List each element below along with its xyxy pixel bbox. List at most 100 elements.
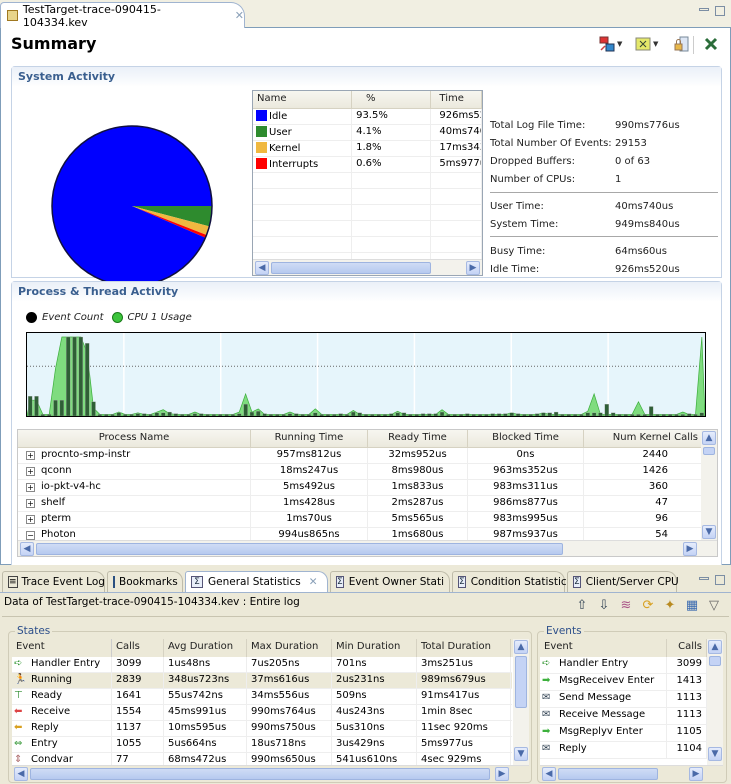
event-row[interactable]: ✉ Reply 1104 (540, 742, 707, 759)
collapse-icon[interactable]: − (26, 531, 35, 540)
sort-down-icon[interactable]: ⇩ (596, 598, 612, 613)
zoom-button[interactable]: ▼ (635, 36, 658, 52)
table-icon[interactable]: ▦ (684, 598, 700, 613)
column-header-total[interactable]: Total Duration (417, 639, 511, 657)
cpu-row[interactable]: Kernel 1.8%17ms343u (253, 141, 482, 157)
cpu-row[interactable]: Idle 93.5%926ms520 (253, 109, 482, 125)
expand-icon[interactable]: + (26, 483, 35, 492)
column-header-kernel-calls[interactable]: Num Kernel Calls (584, 430, 703, 447)
column-header-min[interactable]: Min Duration (332, 639, 417, 657)
cpu-row[interactable]: User 4.1%40ms740u (253, 125, 482, 141)
vertical-scrollbar[interactable]: ▲ ▼ (707, 639, 723, 765)
close-tab-icon[interactable]: ✕ (235, 9, 244, 22)
vertical-scrollbar[interactable]: ▲ ▼ (513, 639, 529, 765)
collapse-icon[interactable]: ✦ (662, 598, 678, 613)
scroll-thumb[interactable] (558, 768, 658, 780)
refresh-icon[interactable]: ⟳ (640, 598, 656, 613)
minimize-button[interactable] (699, 8, 709, 11)
state-row[interactable]: 🏃 Running 2839 348us723ns 37ms616us 2us231ns 9… (12, 673, 512, 689)
scroll-thumb[interactable] (703, 447, 715, 455)
expand-icon[interactable]: + (26, 499, 35, 508)
column-header-name[interactable]: Name (253, 91, 353, 108)
state-row[interactable]: ➪ Handler Entry 3099 1us48ns 7us205ns 701ns 3m… (12, 657, 512, 673)
tab-bookmarks[interactable]: Bookmarks (107, 571, 183, 592)
process-row[interactable]: + pterm 1ms70us 5ms565us 983ms995us 96 (18, 512, 717, 528)
scroll-down-button[interactable]: ▼ (708, 747, 722, 761)
scroll-thumb[interactable] (30, 768, 490, 780)
scroll-right-button[interactable]: ▶ (495, 767, 509, 781)
column-header-event[interactable]: Event (12, 639, 112, 657)
process-row[interactable]: + procnto-smp-instr 957ms812us 32ms952us 0ns… (18, 448, 717, 464)
column-header-time[interactable]: Time (431, 91, 482, 108)
scroll-down-button[interactable]: ▼ (702, 525, 716, 539)
scroll-right-button[interactable]: ▶ (466, 261, 480, 275)
scroll-right-button[interactable]: ▶ (689, 767, 703, 781)
expand-icon[interactable]: + (26, 467, 35, 476)
horizontal-scrollbar[interactable]: ◀ ▶ (18, 540, 717, 556)
column-header-avg[interactable]: Avg Duration (164, 639, 247, 657)
column-header-max[interactable]: Max Duration (247, 639, 332, 657)
sort-up-icon[interactable]: ⇧ (574, 598, 590, 613)
column-header-blocked-time[interactable]: Blocked Time (468, 430, 584, 447)
scroll-up-button[interactable]: ▲ (702, 431, 716, 445)
view-menu-icon[interactable]: ▽ (706, 598, 722, 613)
activity-chart[interactable] (26, 332, 706, 417)
column-header-event[interactable]: Event (540, 639, 667, 657)
column-header-ready-time[interactable]: Ready Time (368, 430, 468, 447)
scroll-down-button[interactable]: ▼ (514, 747, 528, 761)
column-header-pct[interactable]: % (352, 91, 432, 108)
scroll-left-button[interactable]: ◀ (542, 767, 556, 781)
process-row[interactable]: + qconn 18ms247us 8ms980us 963ms352us 1426 (18, 464, 717, 480)
vertical-scrollbar[interactable]: ▲ ▼ (701, 430, 717, 542)
state-row[interactable]: ⬅ Reply 1137 10ms595us 990ms750us 5us310ns 11s… (12, 721, 512, 737)
tab-trace-event-log[interactable]: ≡ Trace Event Log (2, 571, 105, 592)
process-row[interactable]: + io-pkt-v4-hc 5ms492us 1ms833us 983ms311us 3… (18, 480, 717, 496)
scroll-up-button[interactable]: ▲ (708, 640, 722, 654)
tab-condition-statistics[interactable]: Σ Condition Statistics (452, 571, 572, 592)
state-row[interactable]: ⬅ Receive 1554 45ms991us 990ms764us 4us243ns 1… (12, 705, 512, 721)
editor-tab[interactable]: TestTarget-trace-090415-104334.kev ✕ (0, 2, 245, 29)
close-editor-button[interactable] (703, 36, 719, 52)
horizontal-scrollbar[interactable]: ◀ ▶ (540, 765, 723, 781)
filter-button[interactable]: ▼ (599, 36, 622, 52)
close-tab-icon[interactable]: ✕ (309, 576, 318, 588)
maximize-view-button[interactable] (715, 575, 725, 585)
scroll-left-button[interactable]: ◀ (255, 261, 269, 275)
scroll-thumb[interactable] (709, 656, 721, 666)
chevron-down-icon: ▼ (653, 40, 659, 48)
lock-button[interactable] (673, 36, 689, 52)
column-header-calls[interactable]: Calls (112, 639, 164, 657)
column-header-running-time[interactable]: Running Time (251, 430, 368, 447)
minimize-view-button[interactable] (699, 577, 709, 580)
expand-icon[interactable]: + (26, 515, 35, 524)
cpu-name-cell: Idle (253, 109, 353, 124)
scroll-right-button[interactable]: ▶ (683, 542, 697, 556)
event-row[interactable]: ➪ Handler Entry 3099 (540, 657, 707, 674)
column-header-process-name[interactable]: Process Name (18, 430, 251, 447)
event-row[interactable]: ✉ Receive Message 1113 (540, 708, 707, 725)
maximize-button[interactable] (715, 6, 725, 16)
filter-icon[interactable]: ≋ (618, 598, 634, 613)
horizontal-scrollbar[interactable]: ◀ ▶ (12, 765, 529, 781)
state-row[interactable]: ⇔ Entry 1055 5us664ns 18us718ns 3us429ns 5ms97… (12, 737, 512, 753)
scroll-left-button[interactable]: ◀ (20, 542, 34, 556)
tab-client-server-cpu[interactable]: Σ Client/Server CPU (567, 571, 679, 592)
scroll-up-button[interactable]: ▲ (514, 640, 528, 654)
horizontal-scrollbar[interactable]: ◀ ▶ (253, 259, 482, 275)
scroll-thumb[interactable] (271, 262, 431, 274)
state-row[interactable]: ⊤ Ready 1641 55us742ns 34ms556us 509ns 91ms417… (12, 689, 512, 705)
cpu-row[interactable]: Interrupts 0.6%5ms977us (253, 157, 482, 173)
scroll-thumb[interactable] (36, 543, 563, 555)
expand-icon[interactable]: + (26, 451, 35, 460)
process-row[interactable]: + shelf 1ms428us 2ms287us 986ms877us 47 (18, 496, 717, 512)
scroll-left-button[interactable]: ◀ (14, 767, 28, 781)
cpu-name: Interrupts (269, 159, 319, 170)
event-row[interactable]: ➡ MsgReceivev Enter 1413 (540, 674, 707, 691)
event-calls: 1113 (667, 708, 707, 724)
column-header-calls[interactable]: Calls (667, 639, 707, 657)
tab-general-statistics[interactable]: Σ General Statistics ✕ (185, 571, 328, 592)
event-row[interactable]: ✉ Send Message 1113 (540, 691, 707, 708)
scroll-thumb[interactable] (515, 656, 527, 708)
event-row[interactable]: ➡ MsgReplyv Enter 1105 (540, 725, 707, 742)
tab-event-owner-stati[interactable]: Σ Event Owner Stati (330, 571, 450, 592)
